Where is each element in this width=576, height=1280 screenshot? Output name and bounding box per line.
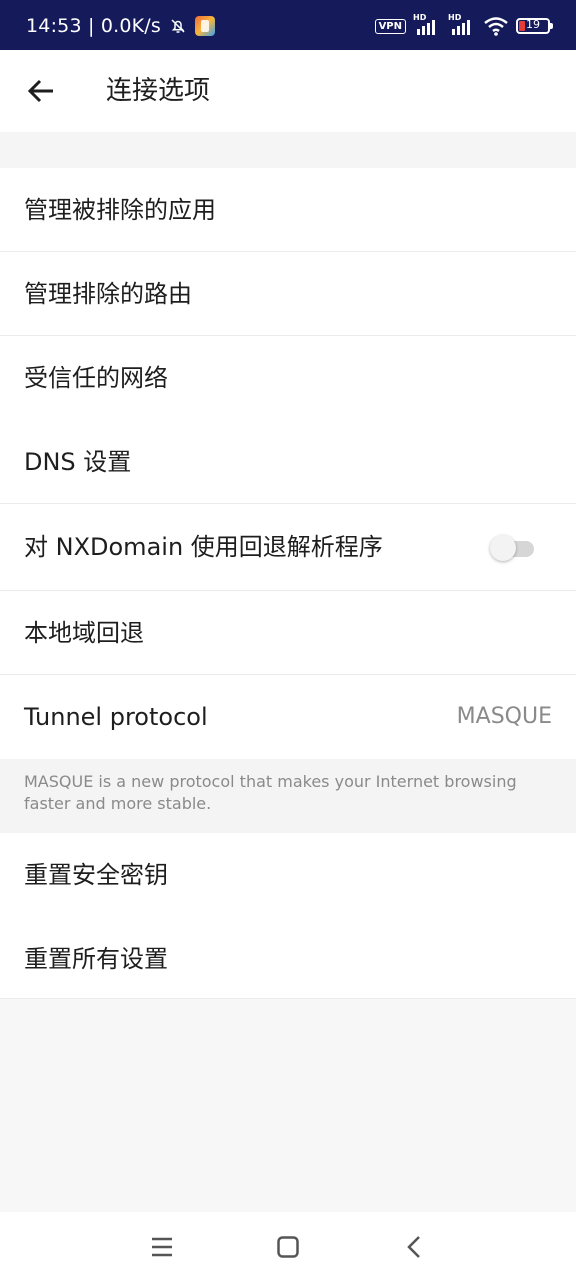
back-chevron-icon bbox=[407, 1236, 420, 1258]
toggle-thumb bbox=[490, 535, 516, 561]
menu-icon bbox=[152, 1237, 172, 1257]
dns-settings-item[interactable]: DNS 设置 bbox=[0, 420, 576, 504]
back-button[interactable] bbox=[22, 72, 60, 110]
section-gap bbox=[0, 132, 576, 168]
manage-excluded-apps-item[interactable]: 管理被排除的应用 bbox=[0, 168, 576, 252]
empty-area bbox=[0, 998, 576, 1213]
home-button[interactable] bbox=[273, 1232, 303, 1262]
status-left: 14:53 | 0.0K/s bbox=[26, 14, 216, 38]
reset-all-settings-label: 重置所有设置 bbox=[24, 945, 168, 973]
signal-icon: HD bbox=[448, 13, 476, 37]
tunnel-protocol-label: Tunnel protocol bbox=[24, 703, 208, 731]
dns-settings-label: DNS 设置 bbox=[24, 448, 132, 476]
nxdomain-fallback-item[interactable]: 对 NXDomain 使用回退解析程序 bbox=[0, 504, 576, 591]
local-domain-fallback-item[interactable]: 本地域回退 bbox=[0, 591, 576, 675]
local-domain-fallback-label: 本地域回退 bbox=[24, 619, 144, 647]
tunnel-protocol-value: MASQUE bbox=[456, 704, 552, 729]
trusted-networks-item[interactable]: 受信任的网络 bbox=[0, 336, 576, 420]
bell-off-icon bbox=[171, 19, 185, 33]
battery-icon: 19 bbox=[516, 18, 553, 34]
manage-excluded-routes-label: 管理排除的路由 bbox=[24, 280, 192, 308]
nav-back-button[interactable] bbox=[399, 1232, 429, 1262]
nxdomain-fallback-label: 对 NXDomain 使用回退解析程序 bbox=[24, 533, 383, 561]
status-right: VPN HD HD 19 bbox=[374, 12, 553, 40]
settings-list: 管理被排除的应用 管理排除的路由 受信任的网络 DNS 设置 对 NXDomai… bbox=[0, 168, 576, 1001]
status-bar: 14:53 | 0.0K/s VPN HD HD 19 bbox=[0, 0, 576, 50]
signal-icon: HD bbox=[413, 13, 441, 37]
manage-excluded-apps-label: 管理被排除的应用 bbox=[24, 196, 216, 224]
arrow-left-icon bbox=[27, 79, 53, 103]
app-notification-icon bbox=[195, 16, 216, 36]
vpn-badge: VPN bbox=[374, 18, 406, 34]
manage-excluded-routes-item[interactable]: 管理排除的路由 bbox=[0, 252, 576, 336]
nxdomain-fallback-toggle[interactable] bbox=[490, 535, 536, 561]
page-title: 连接选项 bbox=[106, 76, 211, 106]
reset-security-keys-label: 重置安全密钥 bbox=[24, 861, 168, 889]
tunnel-protocol-item[interactable]: Tunnel protocol MASQUE bbox=[0, 675, 576, 759]
time-speed: 14:53 | 0.0K/s bbox=[26, 15, 162, 37]
reset-security-keys-item[interactable]: 重置安全密钥 bbox=[0, 833, 576, 917]
wifi-icon bbox=[484, 17, 508, 36]
app-bar: 连接选项 bbox=[0, 50, 576, 132]
home-square-icon bbox=[277, 1236, 299, 1258]
tunnel-protocol-info: MASQUE is a new protocol that makes your… bbox=[0, 759, 576, 833]
system-nav-bar bbox=[0, 1212, 576, 1280]
battery-level: 19 bbox=[526, 18, 540, 31]
menu-button[interactable] bbox=[147, 1232, 177, 1262]
trusted-networks-label: 受信任的网络 bbox=[24, 364, 168, 392]
reset-all-settings-item[interactable]: 重置所有设置 bbox=[0, 917, 576, 1001]
